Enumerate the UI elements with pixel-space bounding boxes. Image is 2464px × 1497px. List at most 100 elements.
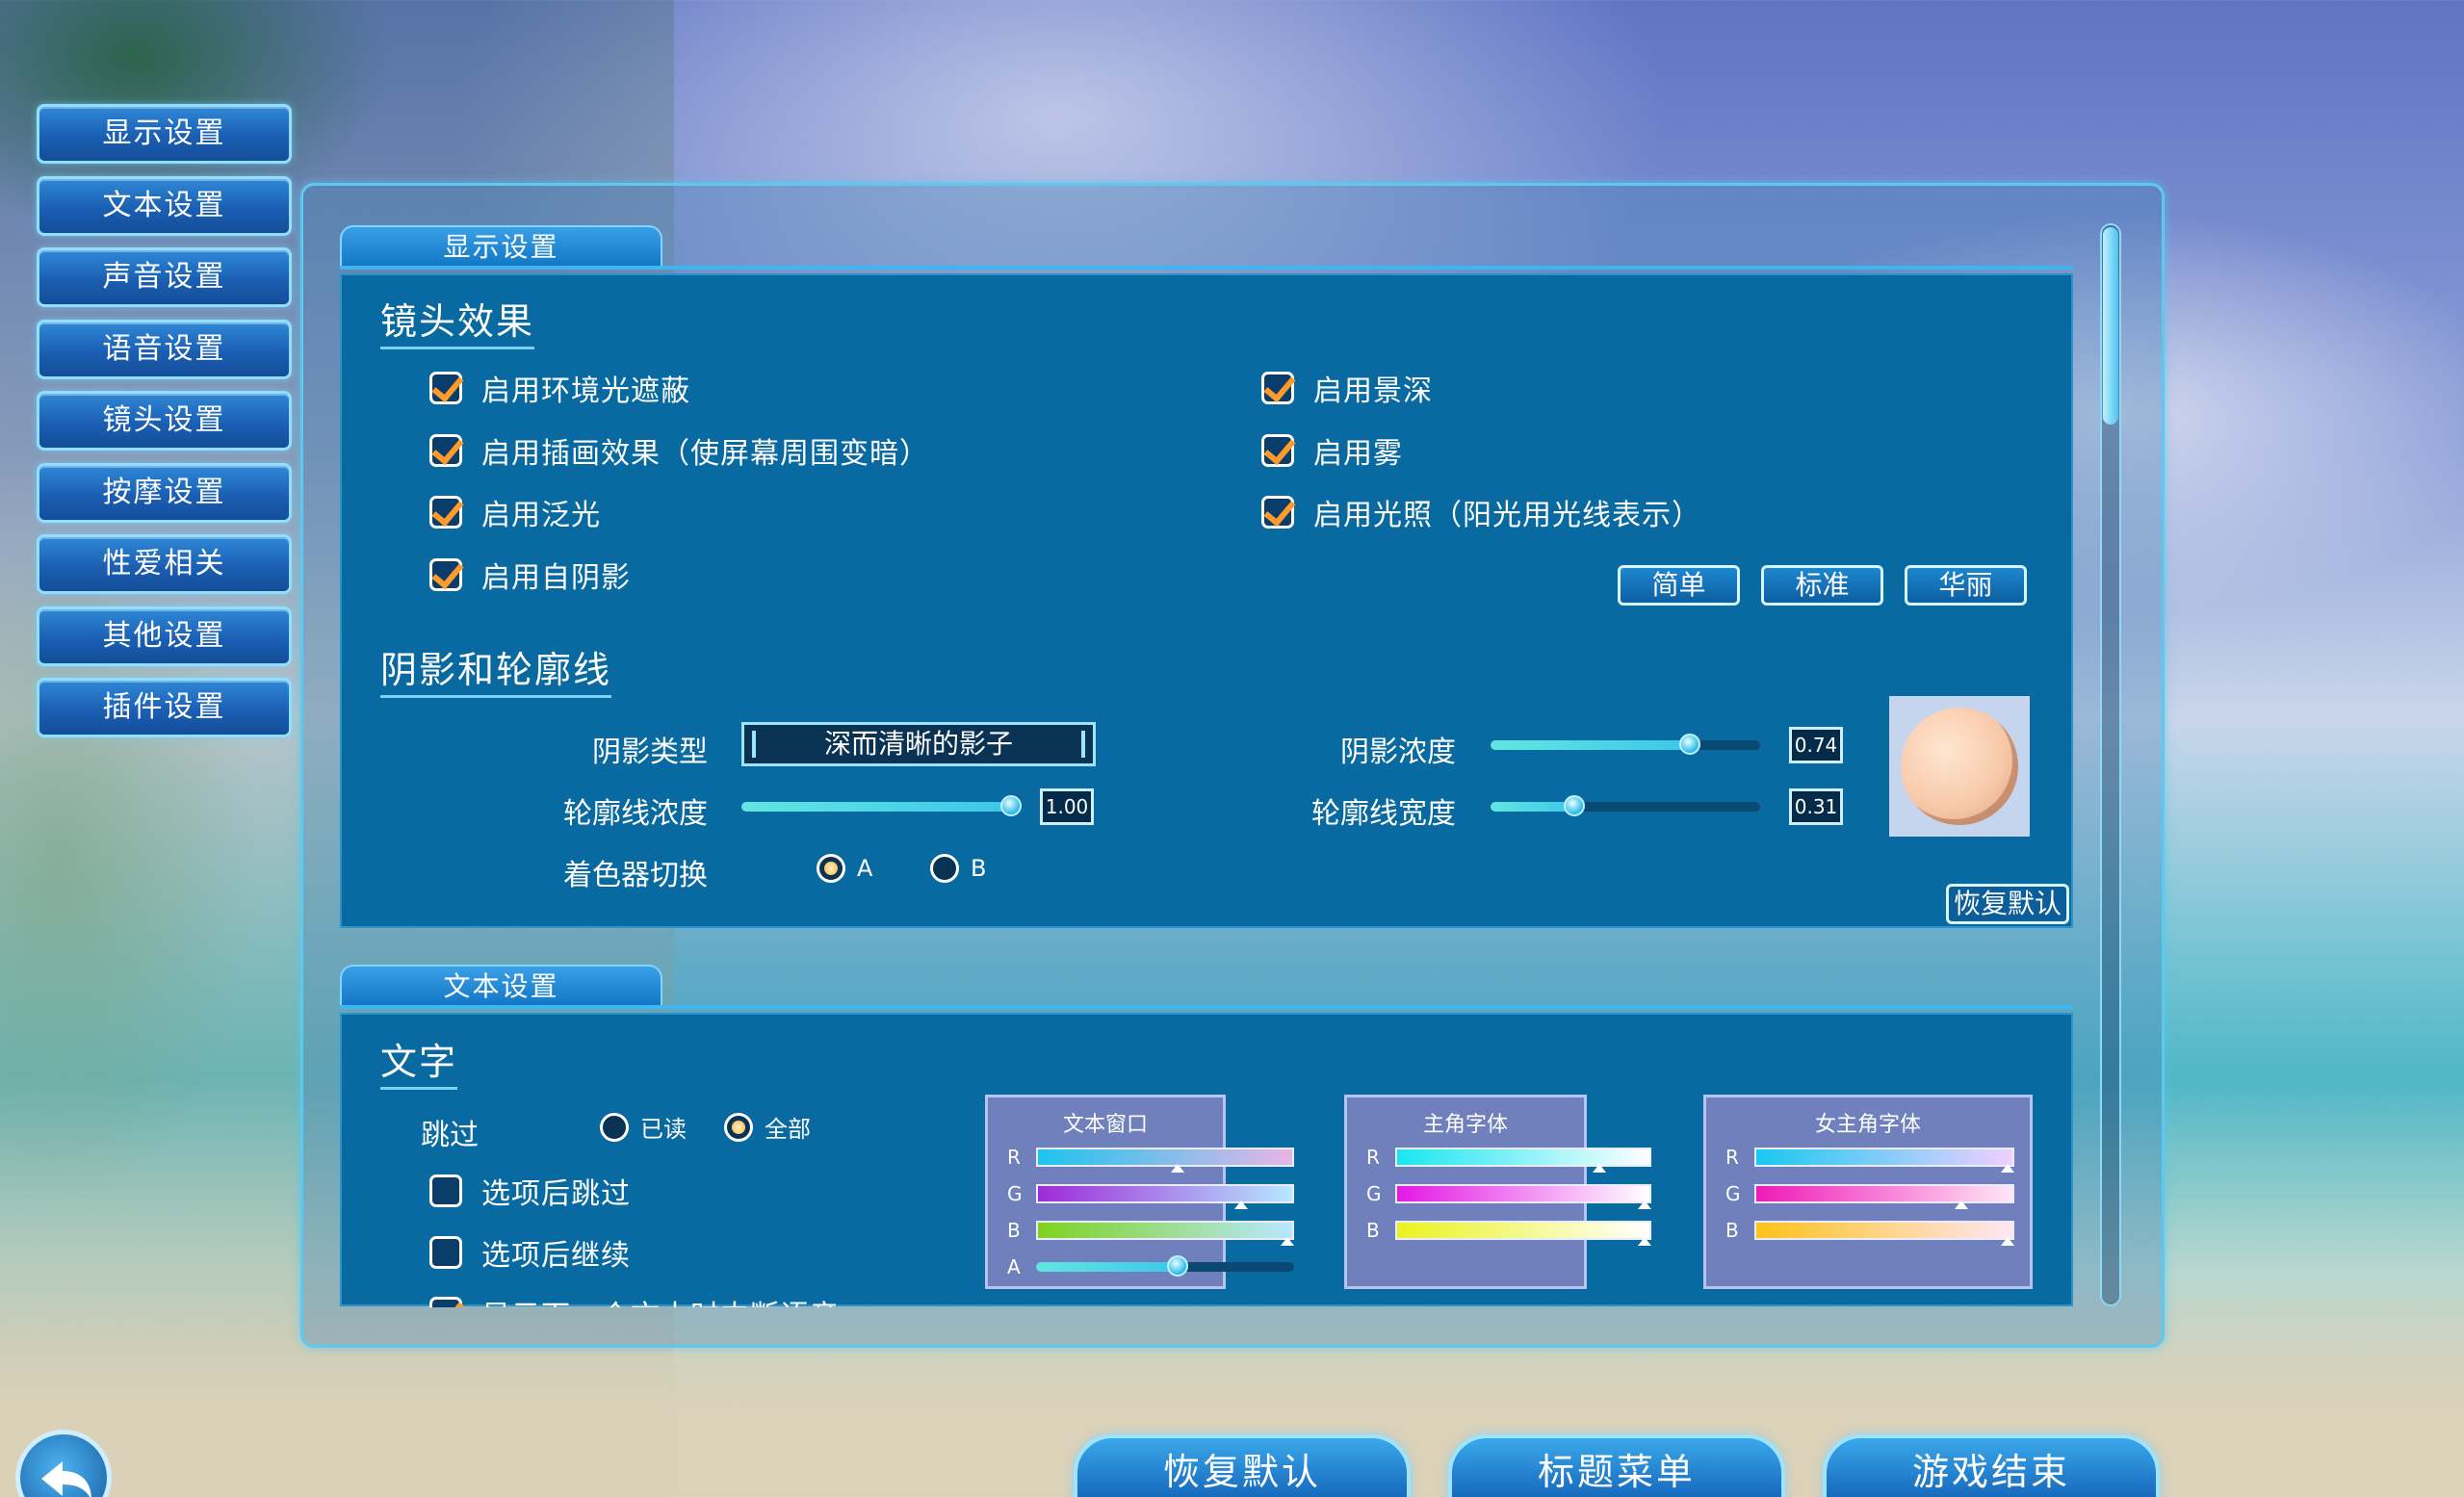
outline-width-slider[interactable] [1491,795,1760,816]
shadow-density-slider[interactable] [1491,734,1760,755]
checkbox-icon[interactable] [1261,372,1294,404]
color-row-b[interactable]: B [1366,1219,1651,1246]
shader-switch-label: 着色器切换 [563,859,708,892]
color-marker[interactable] [1171,1164,1185,1173]
color-bar[interactable] [1754,1221,2014,1246]
sidebar-item-other[interactable]: 其他设置 [37,606,292,666]
check-label: 启用景深 [1313,374,1433,408]
color-bar[interactable] [1036,1148,1294,1173]
check-self-shadow[interactable]: 启用自阴影 [429,554,631,596]
color-marker[interactable] [1280,1237,1294,1246]
preset-standard-button[interactable]: 标准 [1761,565,1883,606]
slider-fill [1491,802,1574,812]
checkbox-icon[interactable] [429,434,462,467]
checkbox-icon[interactable] [429,1297,462,1307]
sidebar-item-voice[interactable]: 语音设置 [37,319,292,379]
check-depth-of-field[interactable]: 启用景深 [1261,367,1433,409]
color-marker[interactable] [1954,1200,1968,1209]
check-fog[interactable]: 启用雾 [1261,429,1403,472]
check-continue-after-choice[interactable]: 选项后继续 [429,1231,631,1274]
color-row-r[interactable]: R [1366,1146,1651,1173]
color-marker[interactable] [1637,1237,1651,1246]
color-marker[interactable] [1637,1200,1651,1209]
check-sun-rays[interactable]: 启用光照（阳光用光线表示） [1261,491,1701,533]
back-arrow-icon [41,1461,91,1497]
color-bar[interactable] [1036,1184,1294,1209]
checkbox-icon[interactable] [429,496,462,529]
color-row-r[interactable]: R [1725,1146,2014,1173]
color-panel-title: 女主角字体 [1814,1113,1921,1137]
check-vignette[interactable]: 启用插画效果（使屏幕周围变暗） [429,429,929,472]
radio-label: 已读 [640,1116,687,1143]
sidebar-item-camera[interactable]: 镜头设置 [37,391,292,451]
slider-knob[interactable] [1000,795,1022,816]
shadow-type-label: 阴影类型 [592,736,708,769]
radio-skip-read[interactable]: 已读 [600,1110,687,1144]
slider-fill [1491,740,1691,750]
radio-icon[interactable] [817,854,845,883]
color-row-g[interactable]: G [1366,1182,1651,1209]
title-menu-button[interactable]: 标题菜单 [1448,1434,1785,1497]
sidebar-item-sound[interactable]: 声音设置 [37,247,292,307]
checkbox-icon[interactable] [429,1236,462,1269]
tab-divider [340,266,2073,270]
shadow-density-label: 阴影浓度 [1340,736,1456,769]
radio-icon[interactable] [930,854,959,883]
color-marker[interactable] [2000,1164,2014,1173]
check-label: 启用雾 [1313,437,1403,471]
color-marker[interactable] [2000,1237,2014,1246]
preset-gorgeous-button[interactable]: 华丽 [1905,565,2027,606]
preset-simple-button[interactable]: 简单 [1618,565,1740,606]
restore-default-button[interactable]: 恢复默认 [1074,1434,1411,1497]
radio-icon[interactable] [600,1112,629,1142]
color-panel-protagonist-font: 主角字体 R G B [1344,1095,1651,1289]
color-marker[interactable] [1234,1200,1249,1209]
radio-shader-a[interactable]: A [817,854,872,883]
radio-icon[interactable] [724,1112,753,1142]
color-row-b[interactable]: B [1007,1219,1294,1246]
sidebar-item-text[interactable]: 文本设置 [37,175,292,236]
check-bloom[interactable]: 启用泛光 [429,491,601,533]
checkbox-icon[interactable] [429,372,462,404]
slider-knob[interactable] [1563,795,1585,816]
sidebar-item-massage[interactable]: 按摩设置 [37,462,292,523]
color-panel-title: 主角字体 [1422,1113,1508,1137]
scrollbar-thumb[interactable] [2103,227,2118,425]
checkbox-icon[interactable] [429,558,462,591]
sidebar-item-adult[interactable]: 性爱相关 [37,534,292,594]
slider-knob[interactable] [1167,1255,1189,1277]
display-restore-default-button[interactable]: 恢复默认 [1946,884,2069,924]
color-bar[interactable] [1036,1221,1294,1246]
checkbox-icon[interactable] [429,1174,462,1207]
color-row-b[interactable]: B [1725,1219,2014,1246]
check-interrupt-voice[interactable]: 显示下一个文本时中断语音 [429,1292,840,1307]
radio-shader-b[interactable]: B [930,854,986,883]
color-row-g[interactable]: G [1725,1182,2014,1209]
shadow-type-dropdown[interactable]: 深而清晰的影子 [741,722,1096,766]
channel-label: G [1366,1182,1382,1205]
color-bar[interactable] [1395,1184,1651,1209]
color-row-r[interactable]: R [1007,1146,1294,1173]
color-panel-title: 文本窗口 [1062,1113,1148,1137]
color-row-g[interactable]: G [1007,1182,1294,1209]
sidebar-item-plugins[interactable]: 插件设置 [37,678,292,737]
color-bar[interactable] [1395,1221,1651,1246]
quit-game-button[interactable]: 游戏结束 [1823,1434,2160,1497]
outline-density-slider[interactable] [741,795,1022,816]
checkbox-icon[interactable] [1261,434,1294,467]
color-bar[interactable] [1754,1184,2014,1209]
tab-divider [340,1005,2073,1009]
checkbox-icon[interactable] [1261,496,1294,529]
color-row-a[interactable]: A [1007,1255,1294,1278]
alpha-slider[interactable] [1036,1255,1294,1277]
radio-skip-all[interactable]: 全部 [724,1110,811,1144]
outline-width-value: 0.31 [1789,788,1843,825]
slider-fill [741,802,1011,812]
color-bar[interactable] [1754,1148,2014,1173]
color-marker[interactable] [1592,1164,1606,1173]
radio-label: B [971,855,987,882]
color-bar[interactable] [1395,1148,1651,1173]
check-skip-after-choice[interactable]: 选项后跳过 [429,1170,631,1212]
sidebar-item-display[interactable]: 显示设置 [37,104,292,164]
check-ambient-occlusion[interactable]: 启用环境光遮蔽 [429,367,690,409]
